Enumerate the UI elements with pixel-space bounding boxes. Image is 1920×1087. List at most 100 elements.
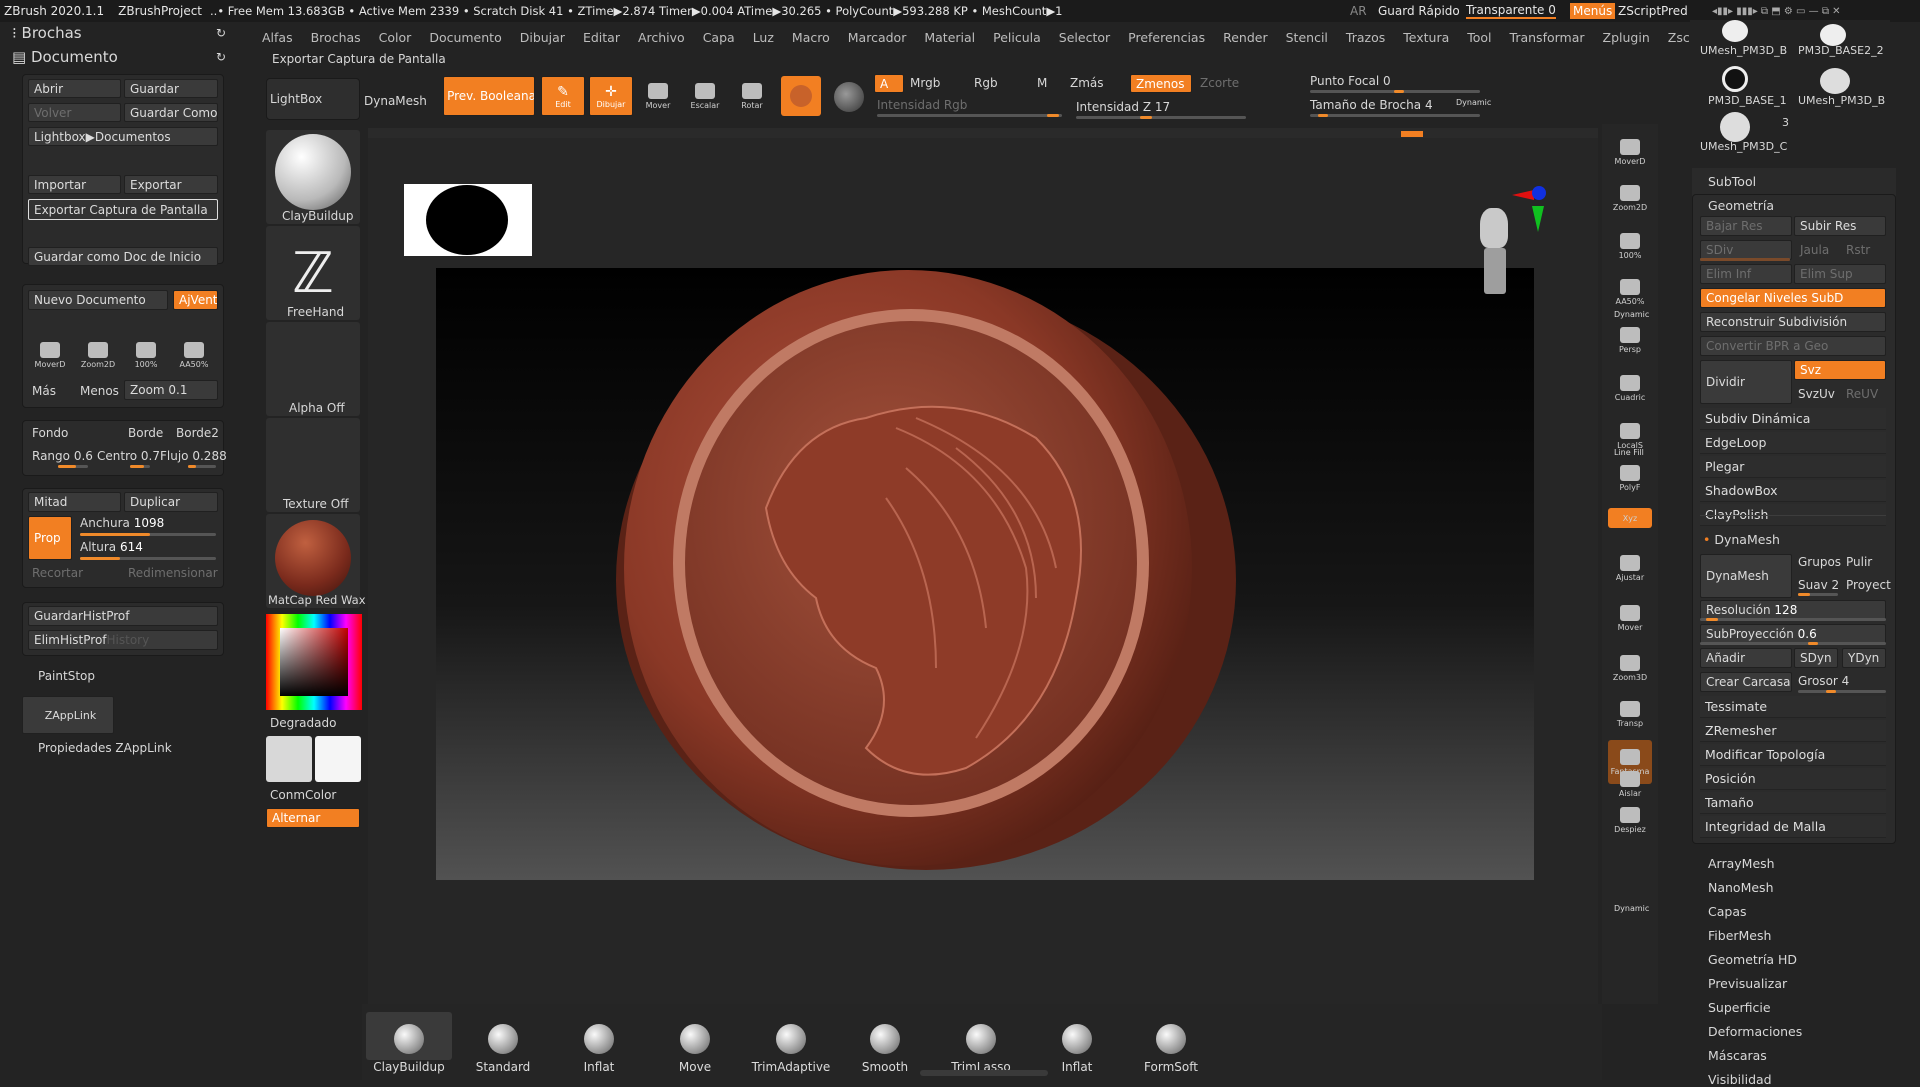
move-view-icon[interactable]: MoverD (1608, 132, 1652, 172)
range-slider-track[interactable] (58, 465, 88, 468)
floor-grid-icon[interactable]: Cuadric (1608, 368, 1652, 408)
menu-item[interactable]: Dibujar (520, 30, 565, 45)
move-icon[interactable]: MoverD (30, 335, 70, 375)
subprojection-slider[interactable]: SubProyección 0.6 (1700, 624, 1886, 644)
gradient-sphere-icon[interactable] (834, 82, 864, 112)
canvas-scroll-strip[interactable] (368, 128, 1598, 138)
shadowbox-button[interactable]: ShadowBox (1700, 480, 1886, 502)
menu-item[interactable]: Pelicula (993, 30, 1041, 45)
previsualizar-subpalette[interactable]: Previsualizar (1708, 976, 1787, 991)
refresh-icon[interactable]: ↻ (216, 50, 226, 64)
menu-item[interactable]: Render (1223, 30, 1268, 45)
dynamic-toggle[interactable]: Dynamic (1456, 98, 1491, 107)
flow-slider-track[interactable] (188, 465, 216, 468)
cage-button[interactable]: Jaula (1800, 243, 1829, 257)
actual-size-icon[interactable]: 100% (126, 335, 166, 375)
rgb-intensity-track[interactable] (877, 114, 1062, 117)
quicksave-button[interactable]: Guard Rápido (1378, 4, 1460, 18)
transparent-slider[interactable]: Transparente 0 (1466, 3, 1556, 19)
dynamic-subdiv-button[interactable]: Subdiv Dinámica (1700, 408, 1886, 430)
edgeloop-button[interactable]: EdgeLoop (1700, 432, 1886, 454)
crease-button[interactable]: Plegar (1700, 456, 1886, 478)
polyframe-icon[interactable]: PolyF (1608, 458, 1652, 498)
orientation-head-gizmo[interactable] (1472, 206, 1516, 302)
integridad-button[interactable]: Integridad de Malla (1700, 816, 1886, 838)
subtool-name[interactable]: UMesh_PM3D_B (1798, 94, 1885, 107)
move-tool-icon[interactable]: Mover (638, 76, 678, 116)
geometry-header[interactable]: Geometría (1708, 198, 1774, 213)
import-button[interactable]: Importar (28, 175, 121, 194)
menu-item[interactable]: Tool (1467, 30, 1491, 45)
solo-icon[interactable]: Aislar (1608, 764, 1652, 804)
center-slider[interactable]: Centro 0.7 (97, 449, 160, 463)
fit-window-button[interactable]: AjVent (173, 290, 218, 310)
divide-button[interactable]: Dividir (1700, 360, 1792, 404)
blur-slider[interactable]: Suav 2 (1798, 578, 1839, 592)
resize-button[interactable]: Redimensionar (128, 566, 218, 580)
reuv-toggle[interactable]: ReUV (1846, 387, 1878, 401)
scale-tool-icon[interactable]: Escalar (685, 76, 725, 116)
secondary-color-swatch[interactable] (315, 736, 361, 782)
create-shell-button[interactable]: Crear Carcasa (1700, 672, 1792, 692)
paintstop-button[interactable]: PaintStop (38, 669, 95, 683)
menu-item[interactable]: Preferencias (1128, 30, 1205, 45)
arraymesh-subpalette[interactable]: ArrayMesh (1708, 856, 1775, 871)
menu-item[interactable]: Color (379, 30, 412, 45)
color-picker[interactable] (266, 614, 362, 710)
zremesher-button[interactable]: ZRemesher (1700, 720, 1886, 742)
range-slider[interactable]: Rango 0.6 (32, 449, 93, 463)
higher-res-button[interactable]: Subir Res (1794, 216, 1886, 236)
main-color-swatch[interactable] (266, 736, 312, 782)
export-button[interactable]: Exportar (124, 175, 218, 194)
more-button[interactable]: Más (32, 384, 56, 398)
superficie-subpalette[interactable]: Superficie (1708, 1000, 1771, 1015)
save-button[interactable]: Guardar (124, 79, 218, 98)
dynamesh-button[interactable]: DynaMesh (1700, 554, 1792, 598)
zapplink-button[interactable]: ZAppLink (22, 696, 114, 734)
deformaciones-subpalette[interactable]: Deformaciones (1708, 1024, 1802, 1039)
zoom3d-icon[interactable]: Zoom3D (1608, 648, 1652, 688)
less-button[interactable]: Menos (80, 384, 119, 398)
fibermesh-subpalette[interactable]: FiberMesh (1708, 928, 1771, 943)
subtool-sphere-icon[interactable] (1722, 20, 1748, 42)
revert-button[interactable]: Volver (28, 103, 121, 122)
thickness-slider[interactable]: Grosor 4 (1798, 674, 1849, 688)
zapplink-properties-button[interactable]: Propiedades ZAppLink (38, 741, 172, 755)
subprojection-track[interactable] (1700, 642, 1886, 645)
document-viewport[interactable] (436, 268, 1534, 880)
edit-button[interactable]: ✎ Edit (541, 76, 585, 116)
subtool-header[interactable]: SubTool (1708, 174, 1756, 189)
modtopo-button[interactable]: Modificar Topología (1700, 744, 1886, 766)
brush-size-track[interactable] (1310, 114, 1480, 117)
canvas-scroll-thumb[interactable] (1401, 131, 1423, 137)
double-button[interactable]: Duplicar (124, 492, 218, 512)
resolution-slider[interactable]: Resolución 128 (1700, 600, 1886, 620)
brush-slot-smooth[interactable]: Smooth (842, 1010, 928, 1074)
aa-half-view-icon[interactable]: AA50% (1608, 272, 1652, 312)
crop-button[interactable]: Recortar (32, 566, 83, 580)
tessimate-button[interactable]: Tessimate (1700, 696, 1886, 718)
flow-slider[interactable]: Flujo 0.288 (160, 449, 227, 463)
rgb-toggle[interactable]: Rgb (974, 76, 998, 90)
menu-item[interactable]: Alfas (262, 30, 293, 45)
zoom-slider[interactable]: Zoom 0.1 (124, 380, 218, 400)
ydyn-button[interactable]: YDyn (1842, 648, 1886, 668)
brush-slot-claybuildup[interactable]: ClayBuildup (366, 1010, 452, 1074)
center-slider-track[interactable] (130, 465, 150, 468)
geohd-subpalette[interactable]: Geometría HD (1708, 952, 1797, 967)
color-picker-square[interactable] (280, 628, 348, 696)
proportional-toggle[interactable]: Prop (28, 516, 72, 560)
zadd-toggle[interactable]: Zmás (1070, 76, 1104, 90)
save-as-button[interactable]: Guardar Como (124, 103, 218, 122)
height-slider-track[interactable] (80, 557, 216, 560)
zcut-toggle[interactable]: Zcorte (1200, 76, 1239, 90)
brush-slot-trimadaptive[interactable]: TrimAdaptive (748, 1010, 834, 1074)
mrgb-toggle[interactable]: Mrgb (910, 76, 940, 90)
resolution-track[interactable] (1700, 618, 1886, 621)
focal-point-slider[interactable]: Punto Focal 0 (1310, 74, 1391, 88)
suv-toggle[interactable]: SvzUv (1798, 387, 1835, 401)
xyz-rotate-icon[interactable]: Xyz (1608, 508, 1652, 528)
alternate-button[interactable]: Alternar (266, 808, 360, 828)
brush-slot-inflat[interactable]: Inflat (1034, 1010, 1120, 1074)
half-button[interactable]: Mitad (28, 492, 121, 512)
